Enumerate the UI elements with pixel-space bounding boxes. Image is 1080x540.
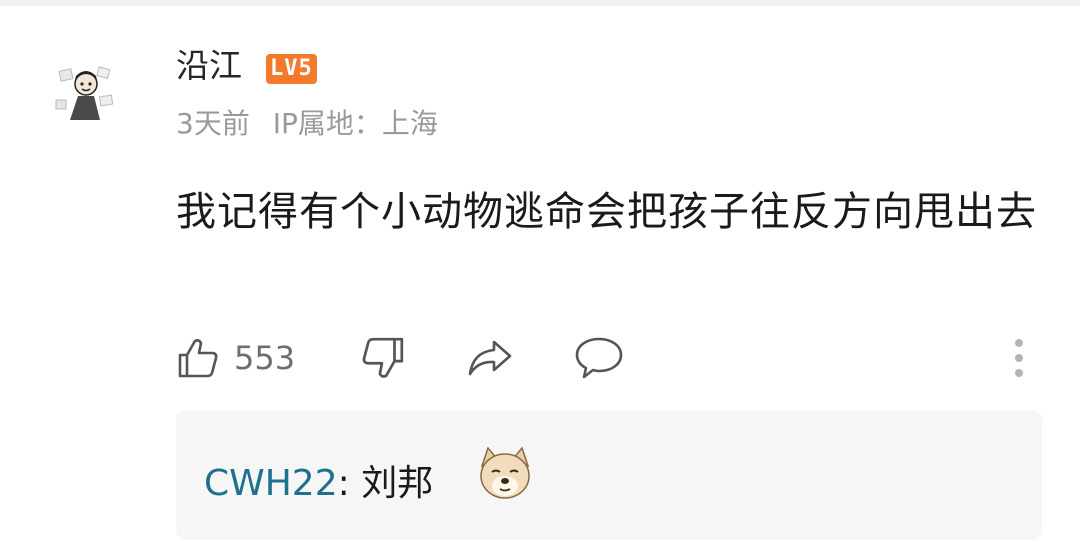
- top-divider: [0, 0, 1080, 6]
- more-button[interactable]: [1012, 330, 1026, 386]
- action-bar: 553: [0, 330, 1080, 386]
- level-badge: LV5: [266, 54, 317, 84]
- like-count: 553: [234, 339, 296, 377]
- reply-line: CWH22: 刘邦: [204, 460, 433, 508]
- more-vertical-icon: [1015, 339, 1023, 377]
- comment-text: 我记得有个小动物逃命会把孩子往反方向甩出去: [176, 189, 1037, 235]
- comment-meta: 3天前 IP属地：上海: [176, 104, 452, 144]
- reply-text: 刘邦: [361, 463, 434, 504]
- comment-bubble-icon: [575, 337, 623, 379]
- thumbs-up-icon: [178, 339, 218, 378]
- thumbs-down-icon: [362, 337, 404, 378]
- share-button[interactable]: [466, 330, 514, 386]
- avatar[interactable]: [48, 56, 120, 128]
- like-button[interactable]: 553: [176, 330, 295, 386]
- dog-face-emoji-icon: [480, 446, 530, 499]
- dislike-button[interactable]: [360, 330, 406, 386]
- ip-location: IP属地：上海: [272, 107, 438, 140]
- share-icon: [468, 340, 512, 376]
- reply-separator: :: [337, 463, 350, 504]
- comment-time: 3天前: [176, 107, 250, 140]
- reply-preview[interactable]: CWH22: 刘邦: [176, 410, 1042, 540]
- reply-button[interactable]: [574, 330, 624, 386]
- username[interactable]: 沿江: [176, 44, 242, 88]
- reply-username[interactable]: CWH22: [204, 463, 338, 504]
